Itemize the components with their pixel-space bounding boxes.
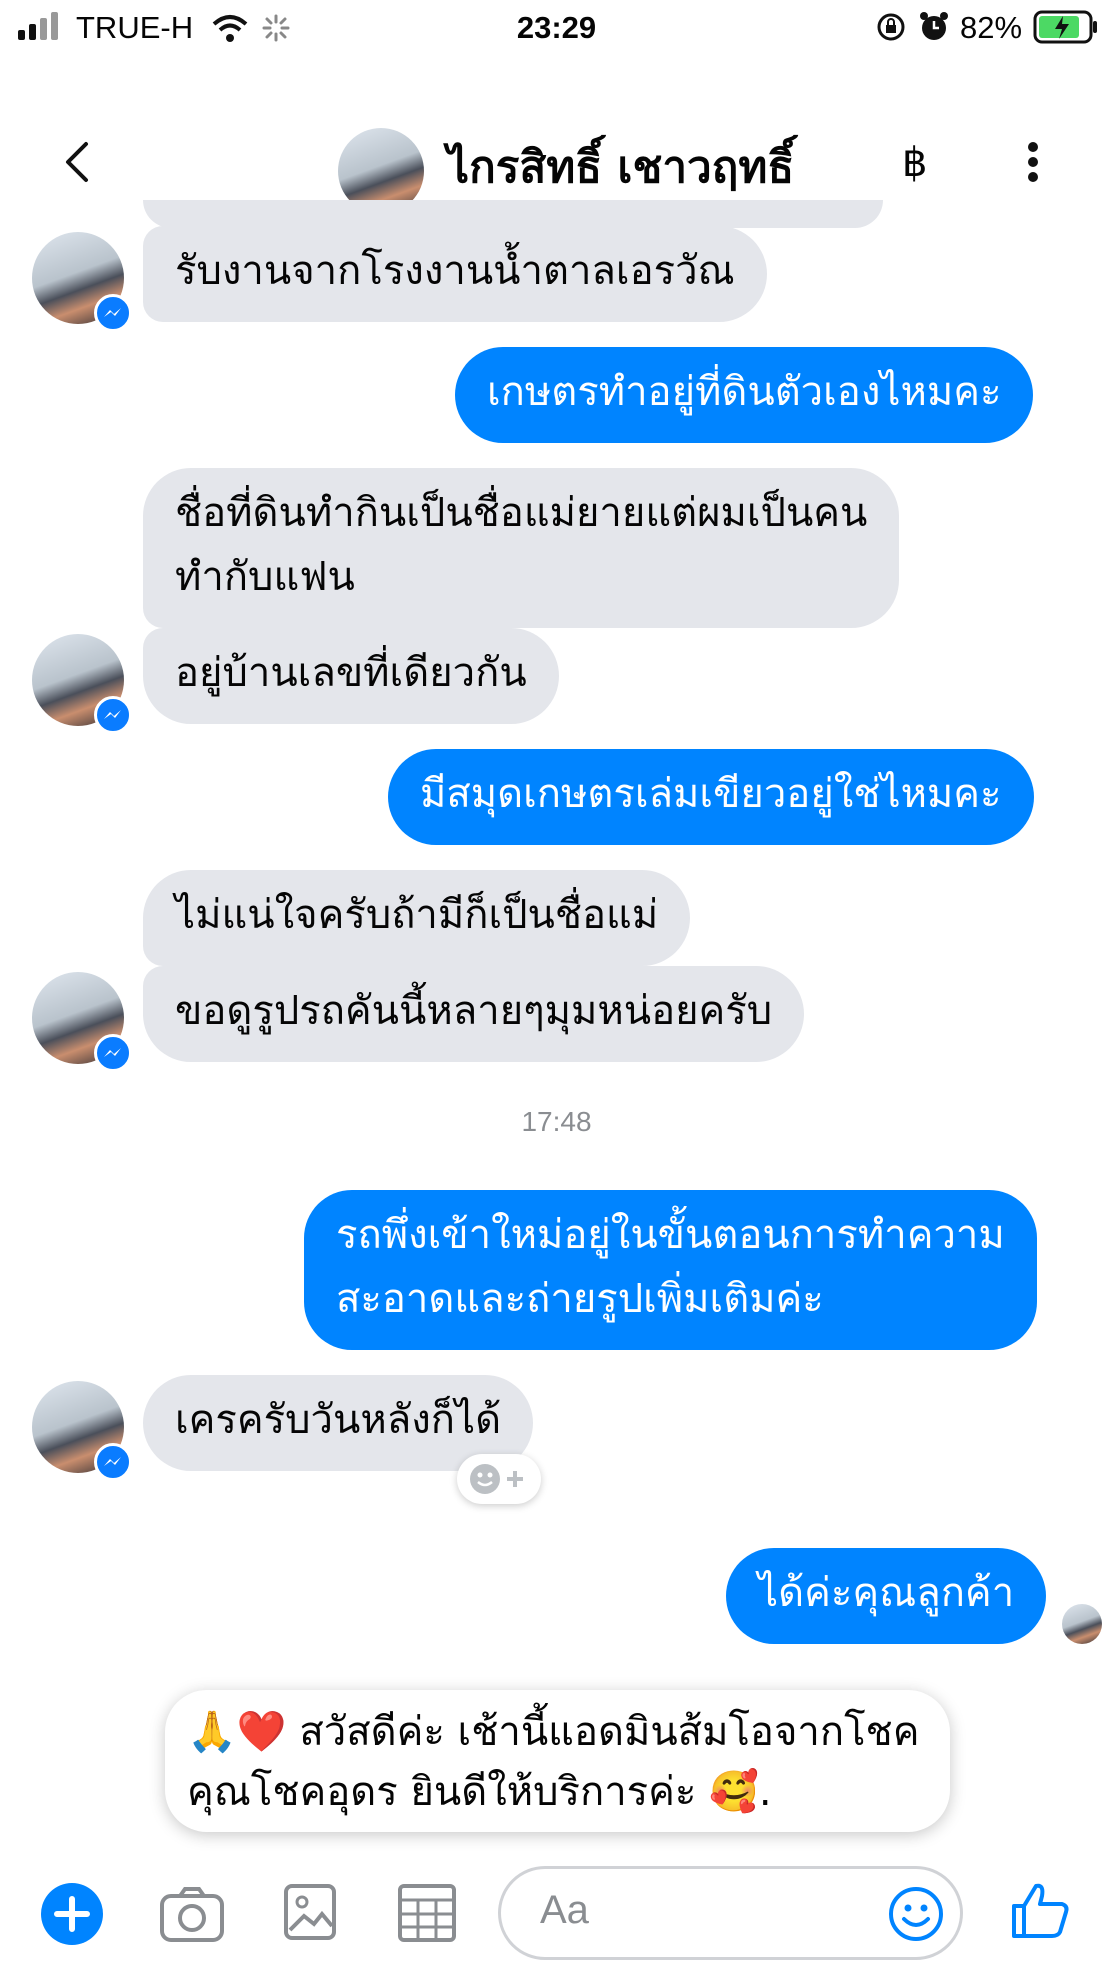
- gallery-icon[interactable]: [284, 1884, 336, 1940]
- thumbs-up-icon[interactable]: [1010, 1880, 1070, 1940]
- message-me[interactable]: เกษตรทำอยู่ที่ดินตัวเองไหมคะ: [455, 347, 1034, 443]
- message-line: ชื่อที่ดินทำกินเป็นชื่อแม่ยายแต่ผมเป็นคน: [175, 490, 868, 536]
- message-input-placeholder: Aa: [540, 1888, 589, 1932]
- messenger-badge-icon: [94, 1443, 132, 1481]
- more-icon[interactable]: [1026, 140, 1040, 184]
- camera-icon[interactable]: [160, 1886, 224, 1942]
- sender-avatar[interactable]: [32, 1381, 132, 1481]
- message-me[interactable]: รถพึ่งเข้าใหม่อยู่ในขั้นตอนการทำความ สะอ…: [304, 1190, 1037, 1350]
- reaction-add-icon: [470, 1464, 523, 1494]
- greeting-line-2: คุณโชคอุดร ยินดีให้บริการค่ะ 🥰.: [187, 1769, 772, 1815]
- message-them[interactable]: รับงานจากโรงงานน้ำตาลเอรวัณ: [143, 226, 767, 322]
- rotation-lock-icon: [877, 13, 905, 41]
- sender-avatar[interactable]: [32, 634, 132, 734]
- alarm-icon: [920, 12, 948, 40]
- messenger-badge-icon: [94, 1034, 132, 1072]
- message-me[interactable]: ได้ค่ะคุณลูกค้า: [726, 1548, 1047, 1644]
- battery-percent: 82%: [960, 10, 1023, 45]
- sender-avatar[interactable]: [32, 232, 132, 332]
- greeting-message[interactable]: 🙏❤️ สวัสดีค่ะ เช้านี้แอดมินส้มโอจากโชค ค…: [165, 1690, 950, 1832]
- message-bubble-partial: [143, 200, 883, 228]
- message-them[interactable]: อยู่บ้านเลขที่เดียวกัน: [143, 628, 559, 724]
- read-receipt-avatar: [1062, 1604, 1102, 1644]
- greeting-emoji: 🥰.: [709, 1769, 772, 1815]
- greeting-line-1: 🙏❤️ สวัสดีค่ะ เช้านี้แอดมินส้มโอจากโชค: [187, 1709, 920, 1755]
- status-bar: TRUE-H 23:29 82%: [0, 0, 1113, 60]
- message-them[interactable]: ชื่อที่ดินทำกินเป็นชื่อแม่ยายแต่ผมเป็นคน…: [143, 468, 900, 628]
- back-icon[interactable]: [62, 140, 92, 184]
- battery-icon: [1033, 10, 1097, 44]
- message-me[interactable]: มีสมุดเกษตรเล่มเขียวอยู่ใช่ไหมคะ: [388, 749, 1034, 845]
- message-line: สะอาดและถ่ายรูปเพิ่มเติมค่ะ: [336, 1276, 824, 1322]
- payment-icon[interactable]: ฿: [902, 140, 927, 186]
- messenger-badge-icon: [94, 696, 132, 734]
- message-line: ทำกับแฟน: [175, 554, 355, 600]
- message-timestamp: 17:48: [521, 1106, 592, 1137]
- message-them[interactable]: ขอดูรูปรถคันนี้หลายๆมุมหน่อยครับ: [143, 966, 805, 1062]
- message-them[interactable]: ไม่แน่ใจครับถ้ามีก็เป็นชื่อแม่: [143, 870, 691, 966]
- messenger-badge-icon: [94, 294, 132, 332]
- contact-name[interactable]: ไกรสิทธิ์ เชาวฤทธิ์: [447, 132, 794, 202]
- message-line: รถพึ่งเข้าใหม่อยู่ในขั้นตอนการทำความ: [336, 1212, 1005, 1258]
- greeting-emoji: 🙏❤️: [187, 1709, 287, 1755]
- emoji-icon[interactable]: [888, 1886, 944, 1942]
- add-reaction-button[interactable]: [457, 1454, 541, 1504]
- sticker-grid-icon[interactable]: [398, 1884, 456, 1942]
- sender-avatar[interactable]: [32, 972, 132, 1072]
- add-icon[interactable]: [40, 1882, 104, 1946]
